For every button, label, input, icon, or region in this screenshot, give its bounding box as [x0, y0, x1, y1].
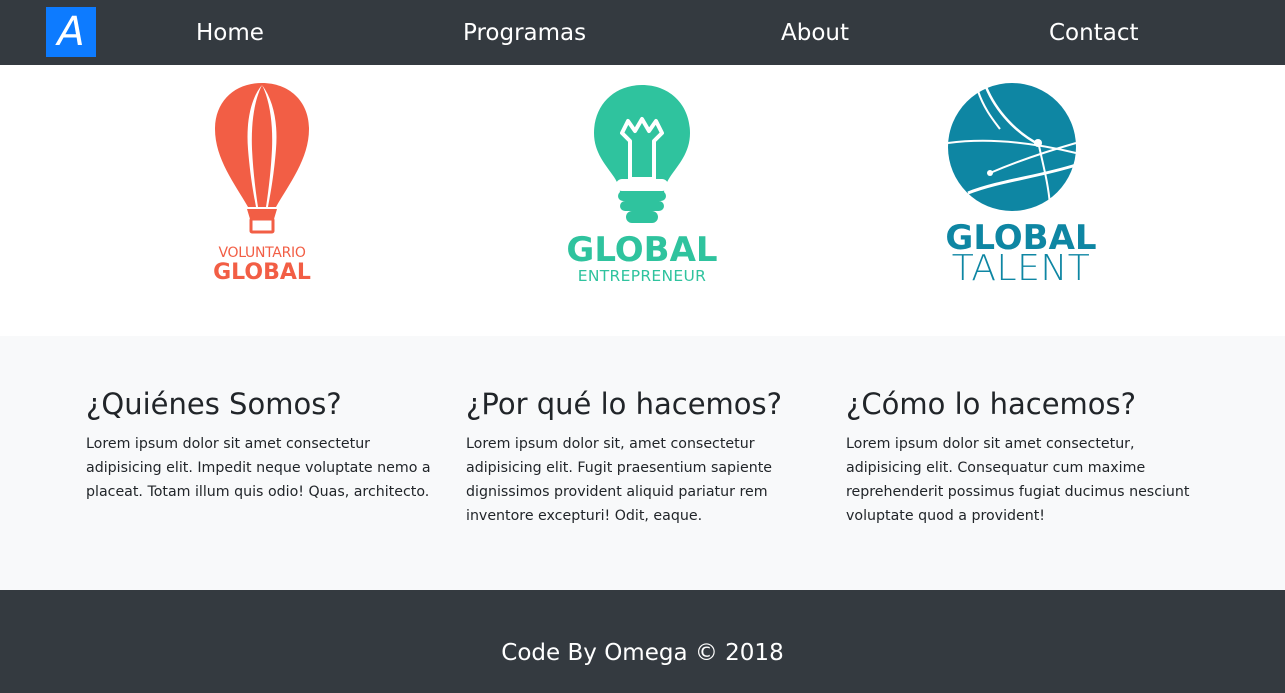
global-talent-logo[interactable]: GLOBAL TALENT [938, 81, 1104, 289]
about-paragraph: Lorem ipsum dolor sit, amet consectetur … [466, 436, 773, 524]
brand-letter: A [57, 9, 85, 55]
logo-line2: TALENT [951, 248, 1091, 289]
logo-line2: ENTREPRENEUR [577, 267, 707, 285]
programs-logos-section: VOLUNTARIO GLOBAL GLOBAL ENTREPRENEUR GL… [0, 65, 1285, 336]
voluntario-global-logo[interactable]: VOLUNTARIO GLOBAL [200, 79, 324, 291]
brand-logo-link[interactable]: A [46, 7, 96, 57]
logo-line2: GLOBAL [213, 260, 311, 285]
about-heading: ¿Por qué lo hacemos? [466, 387, 783, 421]
global-entrepreneur-logo[interactable]: GLOBAL ENTREPRENEUR [560, 81, 724, 289]
nav-link-home[interactable]: Home [196, 18, 264, 48]
about-section: ¿Quiénes Somos? Lorem ipsum dolor sit am… [0, 336, 1285, 590]
about-column-como: ¿Cómo lo hacemos? Lorem ipsum dolor sit … [846, 384, 1196, 528]
about-column-por-que: ¿Por qué lo hacemos? Lorem ipsum dolor s… [466, 384, 816, 528]
globe-icon [947, 83, 1077, 211]
nav-link-about[interactable]: About [781, 18, 849, 48]
navbar: A Home Programas About Contact [0, 0, 1285, 65]
nav-link-contact[interactable]: Contact [1049, 18, 1138, 48]
about-heading: ¿Quiénes Somos? [86, 387, 342, 421]
about-heading: ¿Cómo lo hacemos? [846, 387, 1137, 421]
footer-credit: Code By Omega © 2018 [501, 640, 784, 666]
light-bulb-icon [594, 85, 690, 223]
logo-line1: GLOBAL [566, 230, 718, 270]
about-paragraph: Lorem ipsum dolor sit amet consectetur a… [86, 436, 431, 500]
nav-link-programas[interactable]: Programas [463, 18, 586, 48]
footer: Code By Omega © 2018 [0, 590, 1285, 693]
about-paragraph: Lorem ipsum dolor sit amet consectetur, … [846, 436, 1190, 524]
logo-line1: VOLUNTARIO [218, 245, 306, 261]
about-column-quienes: ¿Quiénes Somos? Lorem ipsum dolor sit am… [86, 384, 436, 504]
